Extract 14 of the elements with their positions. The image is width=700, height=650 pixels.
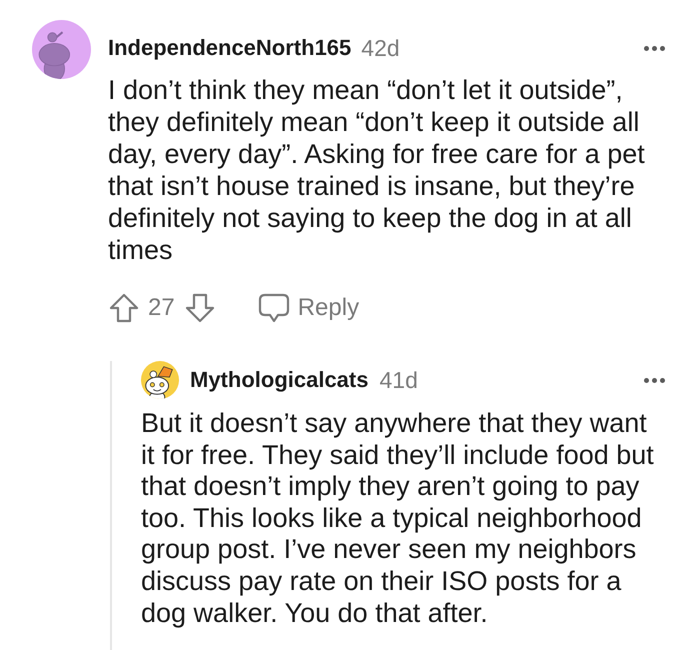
downvote-icon[interactable] bbox=[184, 293, 215, 323]
username[interactable]: IndependenceNorth165 bbox=[108, 35, 352, 61]
speech-bubble-icon bbox=[258, 293, 290, 323]
comment-text: I don’t think they mean “don’t let it outside”, they definitely mean “don’t keep it outside all day, every day”. Asking for free care for a pet that isn’t house trained is insane, but they’re definitely not saying to keep the dog in at all times bbox=[108, 74, 646, 266]
avatar-icon[interactable] bbox=[141, 361, 179, 399]
comment-age: 41d bbox=[379, 366, 418, 394]
comment-age: 42d bbox=[361, 34, 400, 62]
vote-count: 27 bbox=[148, 294, 175, 322]
reply-button[interactable]: Reply bbox=[258, 293, 360, 323]
comment-text: But it doesn’t say anywhere that they want it for free. They said they’ll include food but that doesn’t imply they aren’t going to pay too. This looks like a typical neighborhood group post. I’ve never seen my neighbors discuss pay rate on their ISO posts for a dog walker. You do that after. bbox=[141, 408, 655, 630]
upvote-icon[interactable] bbox=[109, 293, 139, 323]
more-options-icon[interactable] bbox=[644, 46, 665, 50]
username[interactable]: Mythologicalcats bbox=[190, 367, 368, 393]
more-options-icon[interactable] bbox=[644, 378, 665, 382]
